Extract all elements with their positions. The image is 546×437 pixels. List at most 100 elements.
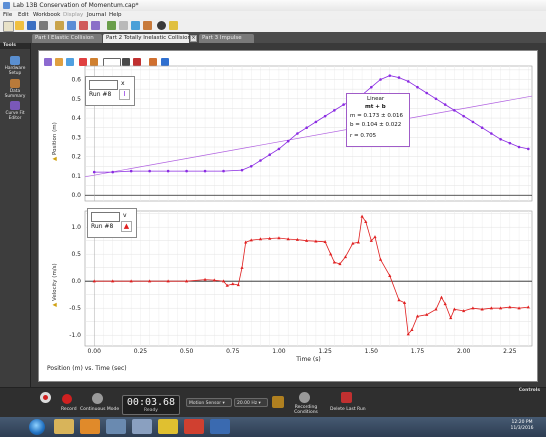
y-tick-label: 0.6 bbox=[71, 77, 81, 84]
data-point bbox=[268, 153, 272, 157]
app-icon bbox=[3, 2, 10, 9]
page-settings-icon[interactable] bbox=[91, 21, 100, 30]
x-tick-label: 2.25 bbox=[503, 348, 517, 355]
data-point bbox=[222, 169, 225, 173]
menu-display[interactable]: Display bbox=[63, 12, 83, 18]
y-tick-label: 0.2 bbox=[71, 154, 81, 161]
y-tick-label: 1.0 bbox=[71, 224, 81, 231]
fit-slope: m = 0.173 ± 0.016 bbox=[350, 113, 404, 119]
data-point bbox=[314, 120, 318, 124]
data-point bbox=[129, 169, 133, 173]
position-legend[interactable]: x Run #8 Ι bbox=[85, 76, 135, 106]
menu-workbook[interactable]: Workbook bbox=[33, 12, 60, 18]
data-summary-icon bbox=[10, 79, 20, 88]
run-timer: 00:03.68 Ready bbox=[122, 395, 180, 415]
data-point bbox=[370, 85, 373, 89]
delete-run-icon[interactable] bbox=[341, 392, 352, 403]
table-icon[interactable] bbox=[131, 21, 140, 30]
data-point bbox=[286, 139, 290, 143]
window-title: Lab 13B Conservation of Momentum.cap* bbox=[13, 2, 139, 9]
app-icon-5[interactable] bbox=[158, 419, 178, 434]
y-tick-label: 0.0 bbox=[71, 192, 81, 199]
data-point bbox=[277, 147, 281, 151]
delete-run-label[interactable]: Delete Last Run bbox=[330, 407, 366, 412]
data-point bbox=[240, 168, 244, 172]
menu-journal[interactable]: Journal bbox=[87, 12, 106, 18]
velocity-axis-label: ▲ Velocity (m/s) bbox=[52, 263, 58, 307]
app-icon-7[interactable] bbox=[210, 419, 230, 434]
camera-icon[interactable] bbox=[157, 21, 166, 30]
x-tick-label: 1.50 bbox=[365, 348, 379, 355]
recording-conditions-label[interactable]: Recording Conditions bbox=[292, 405, 320, 415]
tab-part-3[interactable]: Part 3 Impulse bbox=[199, 34, 254, 43]
data-point bbox=[148, 169, 151, 173]
app-icon-6[interactable] bbox=[184, 419, 204, 434]
new-file-icon[interactable] bbox=[3, 21, 14, 32]
legend-run-label: Run #8 bbox=[89, 91, 112, 98]
velocity-legend[interactable]: v Run #8 ▲ bbox=[87, 208, 137, 238]
tools-header: Tools bbox=[0, 43, 30, 49]
data-point bbox=[453, 109, 456, 112]
data-point bbox=[434, 97, 438, 101]
curve-fit-icon bbox=[10, 101, 20, 110]
open-folder-icon[interactable] bbox=[15, 21, 24, 30]
fit-equation: mt + b bbox=[365, 104, 386, 110]
save-icon[interactable] bbox=[27, 21, 36, 30]
record-button[interactable] bbox=[40, 392, 51, 403]
taskbar bbox=[0, 417, 546, 437]
y-tick-label: 0.1 bbox=[71, 173, 81, 180]
record-icon bbox=[43, 395, 48, 400]
image-icon[interactable] bbox=[119, 21, 128, 30]
media-player-icon[interactable] bbox=[80, 419, 100, 434]
print-icon[interactable] bbox=[39, 21, 48, 30]
data-point bbox=[388, 74, 392, 77]
data-point bbox=[471, 120, 475, 124]
legend-marker-icon: ▲ bbox=[121, 221, 132, 232]
record-label: Record bbox=[61, 407, 77, 412]
recording-conditions-icon[interactable] bbox=[299, 392, 310, 403]
continuous-mode-icon[interactable] bbox=[92, 393, 103, 404]
fit-correlation: r = 0.705 bbox=[350, 133, 377, 139]
app-icon-3[interactable] bbox=[106, 419, 126, 434]
data-point bbox=[92, 170, 96, 174]
x-tick-label: 0.50 bbox=[180, 348, 194, 355]
sidebar-item-curve-fit-editor[interactable]: Curve Fit Editor bbox=[0, 101, 30, 121]
graph-icon[interactable] bbox=[143, 21, 152, 30]
capstone-taskbar-icon[interactable] bbox=[132, 419, 152, 434]
add-page-icon[interactable] bbox=[67, 21, 76, 30]
sensor-select[interactable]: Motion Sensor ▾ bbox=[186, 398, 232, 407]
system-clock: 12:20 PM 11/3/2016 bbox=[510, 420, 534, 431]
main-toolbar bbox=[0, 19, 546, 33]
data-point bbox=[305, 126, 308, 130]
y-tick-label: 0.5 bbox=[71, 96, 81, 103]
x-tick-label: 2.00 bbox=[457, 348, 471, 355]
curve-fit-box[interactable]: Linear mt + b m = 0.173 ± 0.016 b = 0.10… bbox=[346, 93, 410, 147]
timer-value: 00:03.68 bbox=[126, 397, 176, 408]
close-tab-icon[interactable]: × bbox=[190, 35, 197, 42]
menu-help[interactable]: Help bbox=[109, 12, 122, 18]
legend-axis-label: v bbox=[123, 212, 127, 219]
data-point bbox=[333, 109, 336, 112]
data-point bbox=[517, 145, 521, 149]
hardware-setup-icon bbox=[10, 56, 20, 65]
journal-icon[interactable] bbox=[107, 21, 116, 30]
tab-part-2[interactable]: Part 2 Totally Inelastic Collision bbox=[103, 34, 191, 43]
sensor-config-icon[interactable] bbox=[272, 396, 284, 408]
sidebar-item-data-summary[interactable]: Data Summary bbox=[0, 79, 30, 99]
menu-edit[interactable]: Edit bbox=[18, 12, 29, 18]
record-dot-icon[interactable] bbox=[62, 394, 72, 404]
page-icon[interactable] bbox=[55, 21, 64, 30]
mode-label[interactable]: Continuous Mode bbox=[80, 407, 119, 412]
explorer-icon[interactable] bbox=[54, 419, 74, 434]
data-point bbox=[508, 141, 512, 145]
y-tick-label: 0.4 bbox=[71, 115, 81, 122]
menu-file[interactable]: File bbox=[3, 12, 12, 18]
data-point bbox=[342, 103, 345, 106]
sidebar-item-hardware-setup[interactable]: Hardware Setup bbox=[0, 56, 30, 76]
data-point bbox=[443, 103, 447, 106]
bulb-icon[interactable] bbox=[169, 21, 178, 30]
rate-select[interactable]: 20.00 Hz ▾ bbox=[234, 398, 268, 407]
tab-part-1[interactable]: Part I Elastic Collision bbox=[32, 34, 102, 43]
start-button[interactable] bbox=[29, 419, 45, 435]
delete-page-icon[interactable] bbox=[79, 21, 88, 30]
